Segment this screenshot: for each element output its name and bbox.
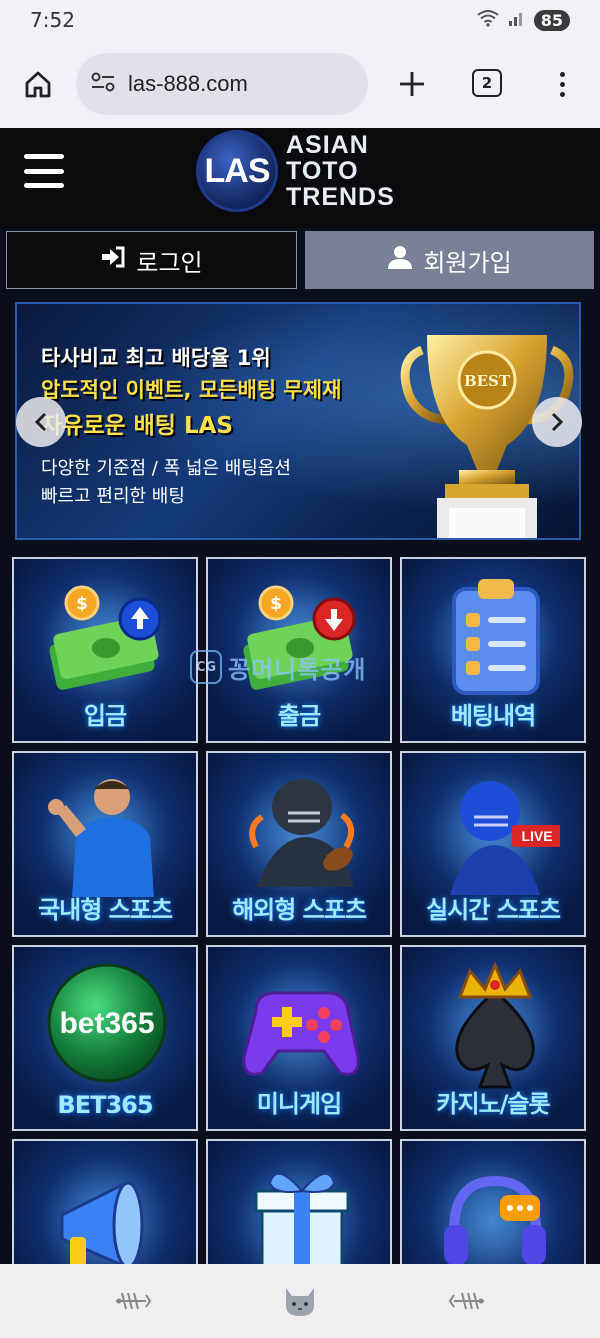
fishbone-icon-2[interactable] (448, 1286, 488, 1316)
chevron-left-icon (34, 412, 47, 432)
banner-subtext-2: 빠르고 편리한 배팅 (41, 486, 185, 507)
tile-label: 카지노/슬롯 (436, 1090, 550, 1118)
megaphone-icon (60, 1181, 144, 1264)
tile-announcement[interactable] (12, 1139, 198, 1264)
login-label: 로그인 (136, 248, 203, 277)
tile-bet365[interactable]: bet365 BET365 (12, 945, 198, 1131)
browser-toolbar: las-888.com 2 (0, 40, 600, 128)
tile-label: 베팅내역 (450, 702, 536, 730)
tile-label: 실시간 스포츠 (426, 896, 561, 924)
battery-indicator: 85 (533, 9, 570, 31)
signup-label: 회원가입 (423, 248, 512, 277)
banner-subtext-1: 다양한 기준점 / 폭 넓은 배팅옵션 (41, 458, 291, 479)
watermark-text: 꽁머니톡공개 (228, 655, 367, 684)
address-bar[interactable]: las-888.com (76, 53, 368, 115)
login-button[interactable]: 로그인 (6, 231, 297, 289)
tile-domestic-sports[interactable]: 국내형 스포츠 (12, 751, 198, 937)
logo-wordmark: ASIAN TOTO TRENDS (286, 131, 395, 211)
url-text[interactable]: las-888.com (128, 71, 248, 97)
tile-label: 출금 (277, 702, 321, 730)
banner-next-button[interactable] (532, 397, 582, 447)
trophy-badge-text: BEST (464, 372, 511, 390)
tile-deposit[interactable]: $ 입금 (12, 557, 198, 743)
site-settings-icon[interactable] (90, 71, 116, 97)
soccer-player-icon (48, 779, 154, 897)
bet365-logo: bet365 (47, 963, 167, 1083)
site-header: LAS ASIAN TOTO TRENDS (0, 128, 600, 228)
spade-crown-icon (455, 961, 535, 1089)
login-arrow-icon (100, 245, 126, 275)
cash-deposit-icon: $ (49, 585, 162, 690)
svg-text:$: $ (270, 594, 282, 614)
clipboard-icon (452, 579, 540, 695)
watermark: CG 꽁머니톡공개 (190, 645, 430, 689)
tile-casino-slot[interactable]: 카지노/슬롯 (400, 945, 586, 1131)
watermark-logo-icon: CG (190, 650, 222, 684)
tile-label: 해외형 스포츠 (232, 896, 367, 924)
live-football-icon: LIVE (450, 781, 560, 895)
fishbone-icon[interactable] (112, 1286, 152, 1316)
football-player-icon (249, 779, 355, 887)
banner-headline-2: 압도적인 이벤트, 모든배팅 무제재 (41, 378, 342, 402)
live-badge: LIVE (521, 828, 552, 844)
banner-prev-button[interactable] (16, 397, 66, 447)
svg-text:$: $ (76, 594, 88, 614)
site-viewport: LAS ASIAN TOTO TRENDS 로그인 회원가입 타사비교 최고 배… (0, 128, 600, 1264)
tile-live-sports[interactable]: LIVE 실시간 스포츠 (400, 751, 586, 937)
wifi-icon (476, 8, 500, 32)
gift-icon (254, 1172, 350, 1264)
tile-label: BET365 (57, 1091, 153, 1119)
auth-buttons: 로그인 회원가입 (6, 231, 594, 289)
status-time: 7:52 (30, 8, 75, 32)
signal-icon (508, 8, 526, 32)
bottom-nav (0, 1264, 600, 1338)
chevron-right-icon (551, 412, 564, 432)
home-icon[interactable] (18, 64, 58, 104)
hamburger-menu-icon[interactable] (24, 154, 64, 188)
user-icon (387, 244, 413, 276)
site-logo[interactable]: LAS ASIAN TOTO TRENDS (196, 130, 395, 212)
status-icons: 85 (476, 8, 570, 32)
banner-headline-3: 자유로운 배팅 LAS (41, 413, 233, 439)
tile-support[interactable] (400, 1139, 586, 1264)
more-menu-icon[interactable] (552, 64, 572, 104)
signup-button[interactable]: 회원가입 (305, 231, 594, 289)
tile-label: 미니게임 (256, 1090, 342, 1118)
headset-icon (444, 1175, 546, 1264)
tab-switcher-button[interactable]: 2 (472, 69, 502, 97)
tile-foreign-sports[interactable]: 해외형 스포츠 (206, 751, 392, 937)
tile-minigame[interactable]: 미니게임 (206, 945, 392, 1131)
new-tab-button[interactable] (392, 64, 432, 104)
banner-headline-1: 타사비교 최고 배당율 1위 (41, 346, 271, 370)
tile-event[interactable] (206, 1139, 392, 1264)
cat-icon[interactable] (280, 1286, 320, 1316)
logo-mark: LAS (196, 130, 278, 212)
status-bar: 7:52 85 (0, 0, 600, 40)
tile-label: 입금 (83, 702, 127, 730)
promo-banner[interactable]: 타사비교 최고 배당율 1위 압도적인 이벤트, 모든배팅 무제재 자유로운 배… (15, 302, 581, 540)
bet365-logo-text: bet365 (59, 1007, 154, 1040)
gamepad-icon (242, 991, 360, 1076)
tile-label: 국내형 스포츠 (38, 896, 173, 924)
